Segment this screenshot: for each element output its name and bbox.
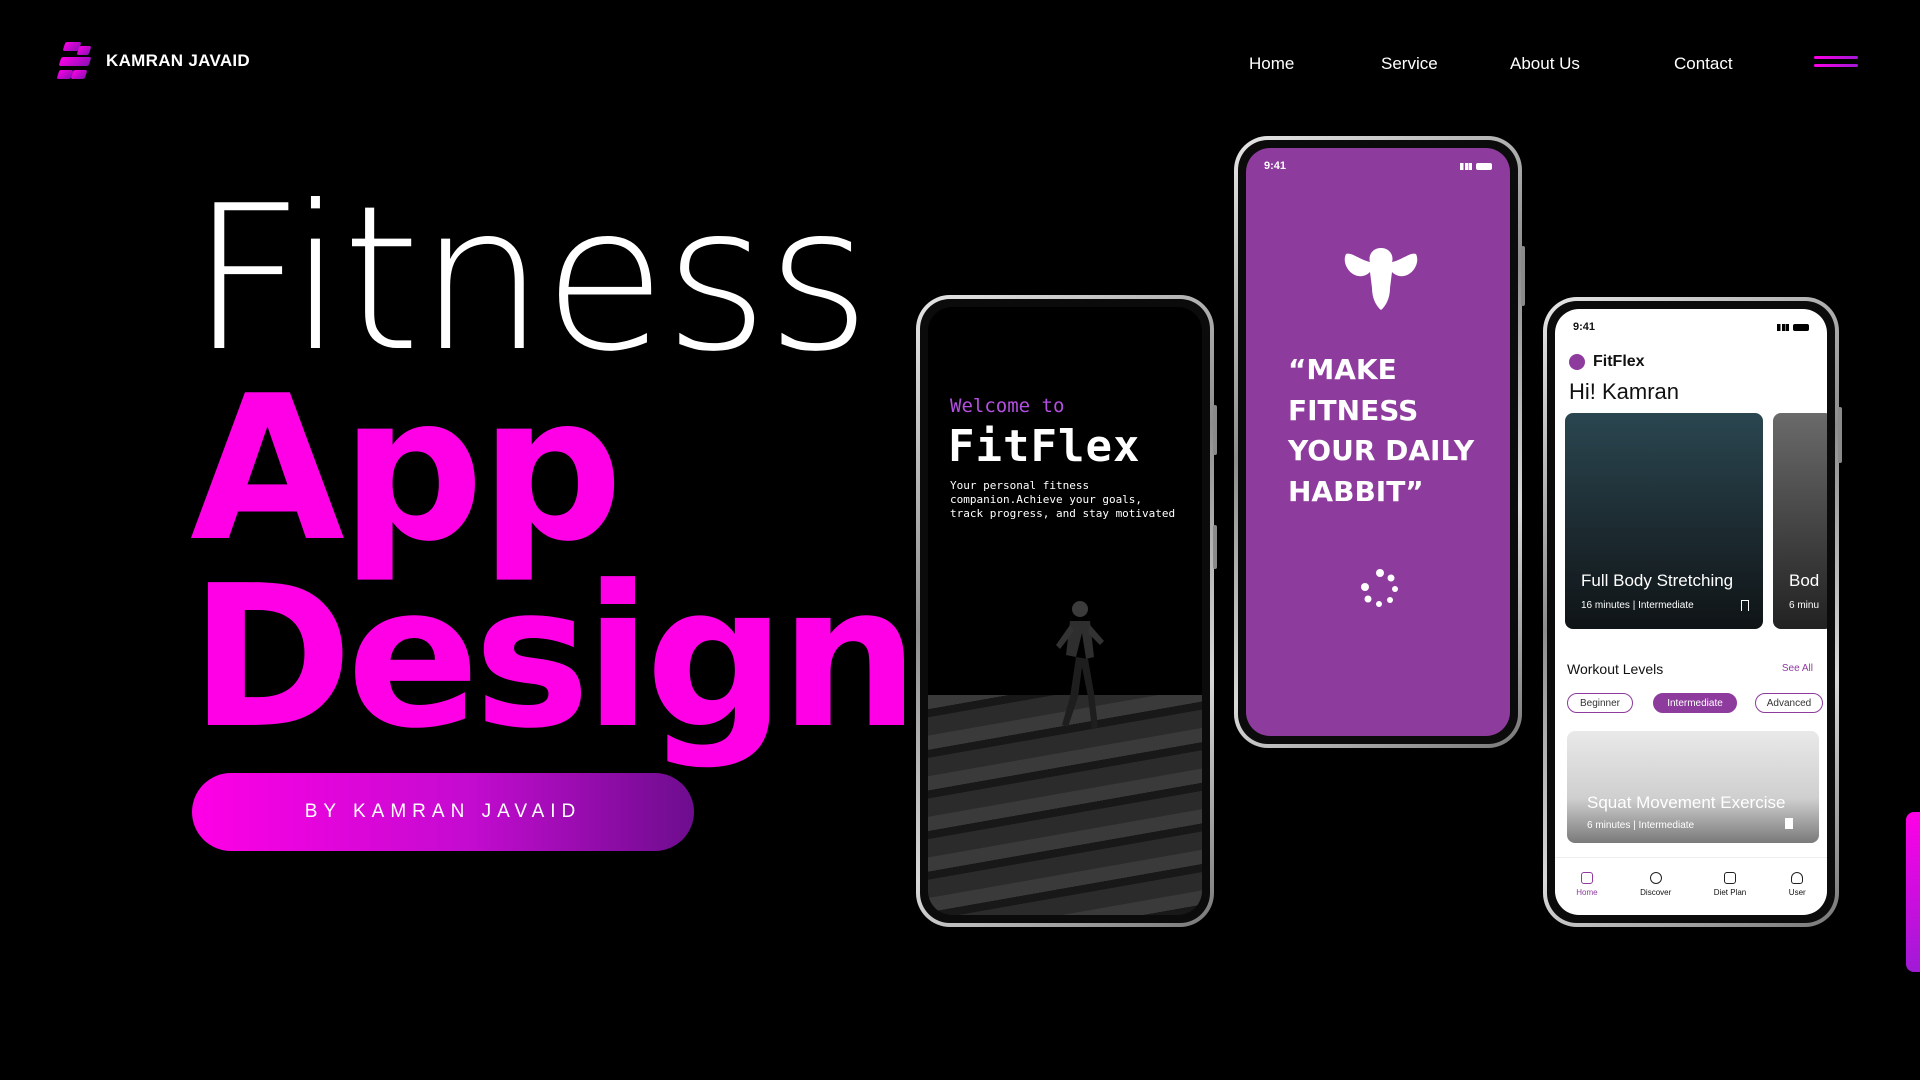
loading-spinner-icon (1361, 569, 1398, 607)
hero-title-line-1: Fitness (190, 163, 871, 396)
workout-card-meta: 6 minu (1789, 600, 1820, 611)
phone-splash-screen: 9:41 “MAKE FITNESS YOUR DAILY HABBIT” (1234, 136, 1525, 748)
user-icon (1791, 872, 1804, 884)
motivation-quote: “MAKE FITNESS YOUR DAILY HABBIT” (1288, 353, 1475, 508)
runner-image (1056, 601, 1104, 729)
bottom-tab-bar: Home Discover Diet Plan User (1555, 857, 1827, 915)
level-chip-advanced[interactable]: Advanced (1755, 693, 1823, 713)
signal-icon (1777, 323, 1789, 331)
workout-card[interactable]: Full Body Stretching 16 minutes | Interm… (1565, 413, 1763, 629)
muscle-icon (1344, 248, 1418, 310)
status-time: 9:41 (1264, 160, 1287, 172)
brand[interactable]: KAMRAN JAVAID (56, 42, 250, 80)
level-chip-intermediate[interactable]: Intermediate (1653, 693, 1737, 713)
see-all-link[interactable]: See All (1782, 663, 1813, 674)
tab-diet-plan[interactable]: Diet Plan (1714, 872, 1746, 897)
battery-icon (1476, 162, 1492, 170)
app-name: FitFlex (1593, 353, 1645, 370)
exercise-card-title: Squat Movement Exercise (1587, 793, 1786, 812)
status-time: 9:41 (1573, 321, 1596, 333)
exercise-card-meta: 6 minutes | Intermediate (1587, 820, 1695, 831)
nav-contact[interactable]: Contact (1674, 54, 1733, 74)
workout-card[interactable]: Bod 6 minu (1773, 413, 1827, 629)
workout-card-title: Bod (1789, 571, 1820, 590)
app-title: FitFlex (948, 421, 1141, 472)
workout-card-title: Full Body Stretching (1581, 571, 1734, 590)
nav-home[interactable]: Home (1249, 54, 1294, 74)
app-header: FitFlex (1569, 353, 1645, 371)
phone-welcome-screen: Welcome to FitFlex Your personal fitness… (916, 295, 1217, 927)
workout-levels-title: Workout Levels (1567, 661, 1664, 677)
workout-card-meta: 16 minutes | Intermediate (1581, 600, 1694, 611)
author-button[interactable]: BY KAMRAN JAVAID (192, 773, 694, 851)
hero-title-line-3: Design (190, 544, 919, 772)
compass-icon (1649, 872, 1662, 884)
exercise-card[interactable]: Squat Movement Exercise 6 minutes | Inte… (1567, 731, 1819, 843)
level-chip-beginner[interactable]: Beginner (1567, 693, 1633, 713)
welcome-text: Welcome to (950, 395, 1065, 417)
author-button-label: BY KAMRAN JAVAID (304, 801, 582, 822)
phone-home-screen: 9:41 FitFlex Hi! Kamran Full Body Stretc… (1543, 297, 1842, 927)
app-logo-icon (1569, 354, 1585, 370)
bookmark-icon[interactable] (1785, 818, 1793, 829)
hero-title-line-2: App (190, 353, 623, 586)
greeting: Hi! Kamran (1569, 379, 1680, 404)
tab-discover[interactable]: Discover (1640, 872, 1671, 897)
tab-user[interactable]: User (1789, 872, 1806, 897)
home-icon (1580, 872, 1593, 884)
nav-service[interactable]: Service (1381, 54, 1438, 74)
brand-logo-icon (56, 42, 92, 80)
tab-home[interactable]: Home (1576, 872, 1598, 897)
diet-icon (1724, 872, 1737, 884)
brand-name: KAMRAN JAVAID (106, 51, 250, 70)
app-description: Your personal fitness companion.Achieve … (950, 479, 1176, 520)
edge-decoration (1906, 812, 1920, 972)
hamburger-icon[interactable] (1814, 56, 1858, 72)
status-bar: 9:41 (1264, 160, 1492, 172)
bookmark-icon[interactable] (1741, 600, 1749, 611)
nav-about-us[interactable]: About Us (1510, 54, 1580, 74)
signal-icon (1460, 162, 1472, 170)
battery-icon (1793, 323, 1809, 331)
status-bar: 9:41 (1573, 321, 1809, 333)
